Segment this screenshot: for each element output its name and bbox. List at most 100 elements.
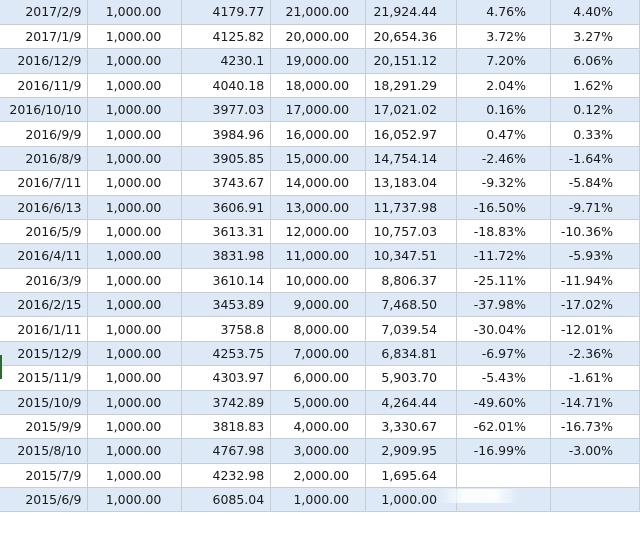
percentage-cell[interactable]: -5.84% [549, 170, 640, 196]
price-cell[interactable]: 3984.96 [181, 121, 272, 147]
return-rate-cell[interactable]: 4.76% [456, 0, 551, 25]
return-rate-cell[interactable] [456, 462, 551, 489]
value-cell[interactable]: 11,737.98 [365, 194, 458, 220]
price-cell[interactable]: 3606.91 [181, 194, 272, 220]
percentage-cell[interactable]: 0.33% [549, 121, 640, 147]
table-row[interactable]: 2015/6/9 1,000.00 6085.04 1,000.00 1,000.00 [0, 486, 640, 513]
investment-cell[interactable]: 1,000.00 [87, 486, 183, 513]
value-cell[interactable]: 1,000.00 [365, 486, 458, 513]
price-cell[interactable]: 4253.75 [181, 340, 272, 367]
principal-cell[interactable]: 4,000.00 [270, 413, 367, 440]
date-cell[interactable]: 2016/7/11 [0, 170, 89, 196]
table-row[interactable]: 2016/6/13 1,000.00 3606.91 13,000.00 11,737.… [0, 194, 640, 220]
value-cell[interactable]: 1,695.64 [365, 462, 458, 489]
percentage-cell[interactable]: -2.36% [549, 340, 640, 367]
date-cell[interactable]: 2015/12/9 [0, 340, 89, 367]
value-cell[interactable]: 5,903.70 [365, 365, 458, 391]
return-rate-cell[interactable]: -2.46% [456, 145, 551, 172]
value-cell[interactable]: 13,183.04 [365, 170, 458, 196]
investment-cell[interactable]: 1,000.00 [87, 0, 183, 25]
price-cell[interactable]: 6085.04 [181, 486, 272, 513]
date-cell[interactable]: 2016/9/9 [0, 121, 89, 147]
table-row[interactable]: 2015/8/10 1,000.00 4767.98 3,000.00 2,909.95… [0, 438, 640, 464]
principal-cell[interactable]: 16,000.00 [270, 121, 367, 147]
price-cell[interactable]: 4767.98 [181, 438, 272, 464]
investment-cell[interactable]: 1,000.00 [87, 72, 183, 99]
investment-cell[interactable]: 1,000.00 [87, 121, 183, 147]
price-cell[interactable]: 4125.82 [181, 23, 272, 50]
return-rate-cell[interactable]: -6.97% [456, 340, 551, 367]
price-cell[interactable]: 3905.85 [181, 145, 272, 172]
principal-cell[interactable]: 2,000.00 [270, 462, 367, 489]
price-cell[interactable]: 3977.03 [181, 96, 272, 123]
percentage-cell[interactable]: -12.01% [549, 316, 640, 342]
table-row[interactable]: 2016/10/10 1,000.00 3977.03 17,000.00 17,021… [0, 96, 640, 123]
principal-cell[interactable]: 13,000.00 [270, 194, 367, 220]
percentage-cell[interactable]: -3.00% [549, 438, 640, 464]
percentage-cell[interactable]: 1.62% [549, 72, 640, 99]
date-cell[interactable]: 2015/7/9 [0, 462, 89, 489]
value-cell[interactable]: 3,330.67 [365, 413, 458, 440]
date-cell[interactable]: 2016/11/9 [0, 72, 89, 99]
table-row[interactable]: 2015/10/9 1,000.00 3742.89 5,000.00 4,264.44… [0, 389, 640, 415]
return-rate-cell[interactable]: -62.01% [456, 413, 551, 440]
table-row[interactable]: 2015/7/9 1,000.00 4232.98 2,000.00 1,695.64 [0, 462, 640, 489]
percentage-cell[interactable]: 0.12% [549, 96, 640, 123]
return-rate-cell[interactable]: 3.72% [456, 23, 551, 50]
price-cell[interactable]: 3743.67 [181, 170, 272, 196]
value-cell[interactable]: 10,757.03 [365, 218, 458, 245]
investment-cell[interactable]: 1,000.00 [87, 194, 183, 220]
principal-cell[interactable]: 10,000.00 [270, 267, 367, 294]
price-cell[interactable]: 3818.83 [181, 413, 272, 440]
investment-cell[interactable]: 1,000.00 [87, 218, 183, 245]
return-rate-cell[interactable] [456, 486, 551, 513]
investment-cell[interactable]: 1,000.00 [87, 243, 183, 269]
investment-cell[interactable]: 1,000.00 [87, 365, 183, 391]
price-cell[interactable]: 4303.97 [181, 365, 272, 391]
date-cell[interactable]: 2016/8/9 [0, 145, 89, 172]
principal-cell[interactable]: 3,000.00 [270, 438, 367, 464]
principal-cell[interactable]: 7,000.00 [270, 340, 367, 367]
investment-cell[interactable]: 1,000.00 [87, 413, 183, 440]
date-cell[interactable]: 2015/11/9 [0, 365, 89, 391]
price-cell[interactable]: 4232.98 [181, 462, 272, 489]
table-row[interactable]: 2016/1/11 1,000.00 3758.8 8,000.00 7,039.54-… [0, 316, 640, 342]
investment-cell[interactable]: 1,000.00 [87, 96, 183, 123]
principal-cell[interactable]: 12,000.00 [270, 218, 367, 245]
date-cell[interactable]: 2016/1/11 [0, 316, 89, 342]
table-row[interactable]: 2016/4/11 1,000.00 3831.98 11,000.00 10,347.… [0, 243, 640, 269]
investment-cell[interactable]: 1,000.00 [87, 48, 183, 74]
percentage-cell[interactable]: -10.36% [549, 218, 640, 245]
table-row[interactable]: 2015/11/9 1,000.00 4303.97 6,000.00 5,903.70… [0, 365, 640, 391]
price-cell[interactable]: 4179.77 [181, 0, 272, 25]
return-rate-cell[interactable]: -25.11% [456, 267, 551, 294]
percentage-cell[interactable]: -16.73% [549, 413, 640, 440]
price-cell[interactable]: 3831.98 [181, 243, 272, 269]
principal-cell[interactable]: 18,000.00 [270, 72, 367, 99]
return-rate-cell[interactable]: -49.60% [456, 389, 551, 415]
principal-cell[interactable]: 17,000.00 [270, 96, 367, 123]
table-row[interactable]: 2016/5/9 1,000.00 3613.31 12,000.00 10,757.0… [0, 218, 640, 245]
table-row[interactable]: 2016/9/9 1,000.00 3984.96 16,000.00 16,052.9… [0, 121, 640, 147]
investment-cell[interactable]: 1,000.00 [87, 267, 183, 294]
principal-cell[interactable]: 19,000.00 [270, 48, 367, 74]
price-cell[interactable]: 3742.89 [181, 389, 272, 415]
principal-cell[interactable]: 8,000.00 [270, 316, 367, 342]
value-cell[interactable]: 21,924.44 [365, 0, 458, 25]
table-row[interactable]: 2016/3/9 1,000.00 3610.14 10,000.00 8,806.37… [0, 267, 640, 294]
date-cell[interactable]: 2017/1/9 [0, 23, 89, 50]
investment-cell[interactable]: 1,000.00 [87, 23, 183, 50]
value-cell[interactable]: 4,264.44 [365, 389, 458, 415]
return-rate-cell[interactable]: -9.32% [456, 170, 551, 196]
investment-cell[interactable]: 1,000.00 [87, 462, 183, 489]
principal-cell[interactable]: 6,000.00 [270, 365, 367, 391]
return-rate-cell[interactable]: 0.47% [456, 121, 551, 147]
percentage-cell[interactable]: -1.64% [549, 145, 640, 172]
value-cell[interactable]: 2,909.95 [365, 438, 458, 464]
date-cell[interactable]: 2015/10/9 [0, 389, 89, 415]
value-cell[interactable]: 7,468.50 [365, 291, 458, 318]
table-row[interactable]: 2015/12/9 1,000.00 4253.75 7,000.00 6,834.81… [0, 340, 640, 367]
value-cell[interactable]: 16,052.97 [365, 121, 458, 147]
percentage-cell[interactable]: -14.71% [549, 389, 640, 415]
principal-cell[interactable]: 20,000.00 [270, 23, 367, 50]
